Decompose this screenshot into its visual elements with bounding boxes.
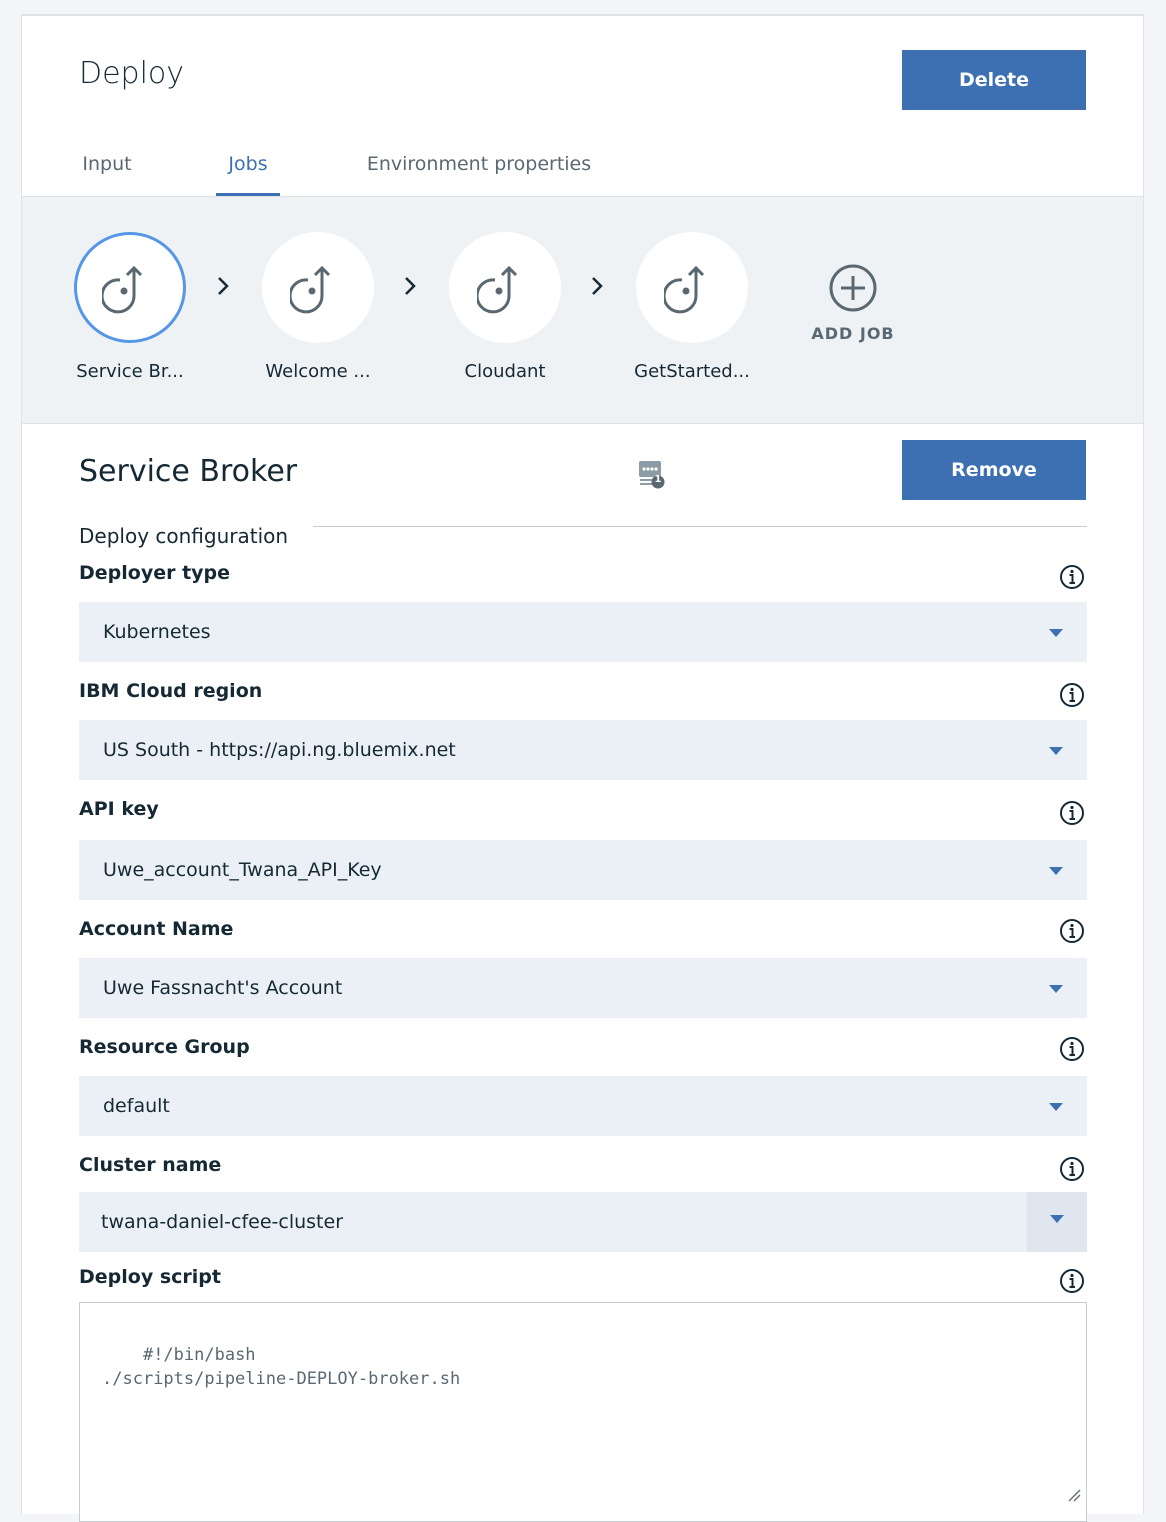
caret-down-icon bbox=[1049, 985, 1063, 993]
deploy-script-label: Deploy script bbox=[79, 1266, 221, 1288]
deploy-script-textarea[interactable]: #!/bin/bash ./scripts/pipeline-DEPLOY-br… bbox=[79, 1302, 1087, 1522]
cluster-name-value: twana-daniel-cfee-cluster bbox=[101, 1211, 344, 1233]
account-name-label: Account Name bbox=[79, 918, 234, 940]
deploy-script-content: #!/bin/bash ./scripts/pipeline-DEPLOY-br… bbox=[102, 1345, 461, 1389]
ibm-cloud-region-select[interactable]: US South - https://api.ng.bluemix.net bbox=[79, 720, 1087, 780]
job-label: Service Br... bbox=[76, 361, 184, 382]
job-label: GetStarted... bbox=[634, 361, 750, 382]
job-config-badge[interactable]: 1 bbox=[638, 460, 668, 490]
add-job-button[interactable]: ADD JOB bbox=[797, 262, 909, 372]
resource-group-select[interactable]: default bbox=[79, 1076, 1087, 1136]
dropdown-toggle[interactable] bbox=[1027, 1192, 1087, 1252]
info-icon[interactable] bbox=[1059, 1156, 1085, 1182]
deploy-job-icon bbox=[477, 265, 518, 313]
info-icon[interactable] bbox=[1059, 564, 1085, 590]
caret-down-icon bbox=[1050, 1215, 1064, 1223]
info-icon[interactable] bbox=[1059, 800, 1085, 826]
info-icon[interactable] bbox=[1059, 682, 1085, 708]
deploy-job-icon bbox=[664, 265, 705, 313]
api-key-value: Uwe_account_Twana_API_Key bbox=[103, 859, 382, 881]
info-icon[interactable] bbox=[1059, 1268, 1085, 1294]
job-label: Welcome ... bbox=[265, 361, 371, 382]
remove-button[interactable]: Remove bbox=[902, 440, 1086, 500]
job-circle bbox=[262, 232, 374, 343]
job-label: Cloudant bbox=[464, 361, 546, 382]
deployer-type-select[interactable]: Kubernetes bbox=[79, 602, 1087, 662]
chevron-right-icon bbox=[218, 277, 229, 295]
api-key-label: API key bbox=[79, 798, 159, 820]
chevron-right-icon bbox=[405, 277, 416, 295]
deploy-job-icon bbox=[290, 265, 331, 313]
job-circle bbox=[449, 232, 561, 343]
job-welcome[interactable]: Welcome ... bbox=[238, 232, 398, 382]
job-config-count: 1 bbox=[654, 474, 662, 485]
tab-input[interactable]: Input bbox=[72, 150, 142, 196]
caret-down-icon bbox=[1049, 867, 1063, 875]
add-job-label: ADD JOB bbox=[811, 324, 895, 343]
stage-config-panel: Deploy Delete Input Jobs Environment pro… bbox=[21, 14, 1144, 1522]
info-icon[interactable] bbox=[1059, 918, 1085, 944]
job-circle bbox=[636, 232, 748, 343]
job-circle bbox=[74, 232, 186, 343]
resource-group-label: Resource Group bbox=[79, 1036, 250, 1058]
account-name-select[interactable]: Uwe Fassnacht's Account bbox=[79, 958, 1087, 1018]
job-title: Service Broker bbox=[79, 454, 298, 489]
tab-jobs[interactable]: Jobs bbox=[216, 150, 280, 196]
section-label: Deploy configuration bbox=[79, 524, 289, 548]
section-divider bbox=[313, 526, 1087, 527]
delete-button[interactable]: Delete bbox=[902, 50, 1086, 110]
page-title: Deploy bbox=[79, 56, 185, 91]
account-name-value: Uwe Fassnacht's Account bbox=[103, 977, 343, 999]
cluster-name-select[interactable]: twana-daniel-cfee-cluster bbox=[79, 1192, 1087, 1252]
ibm-cloud-region-value: US South - https://api.ng.bluemix.net bbox=[103, 739, 456, 761]
cluster-name-label: Cluster name bbox=[79, 1154, 222, 1176]
deploy-job-icon bbox=[102, 265, 143, 313]
job-service-broker[interactable]: Service Br... bbox=[50, 232, 210, 382]
caret-down-icon bbox=[1049, 1103, 1063, 1111]
job-getstarted[interactable]: GetStarted... bbox=[612, 232, 772, 382]
api-key-select[interactable]: Uwe_account_Twana_API_Key bbox=[79, 840, 1087, 900]
deployer-type-label: Deployer type bbox=[79, 562, 231, 584]
job-cloudant[interactable]: Cloudant bbox=[425, 232, 585, 382]
add-circle-icon bbox=[829, 264, 877, 312]
info-icon[interactable] bbox=[1059, 1036, 1085, 1062]
resource-group-value: default bbox=[103, 1095, 170, 1117]
ibm-cloud-region-label: IBM Cloud region bbox=[79, 680, 263, 702]
tab-environment-properties[interactable]: Environment properties bbox=[354, 150, 604, 196]
caret-down-icon bbox=[1049, 747, 1063, 755]
deployer-type-value: Kubernetes bbox=[103, 621, 211, 643]
jobs-strip: Service Br... Welcome ... Cloudant GetSt… bbox=[22, 197, 1143, 424]
caret-down-icon bbox=[1049, 629, 1063, 637]
tab-bar: Input Jobs Environment properties bbox=[22, 150, 1143, 197]
chevron-right-icon bbox=[592, 277, 603, 295]
